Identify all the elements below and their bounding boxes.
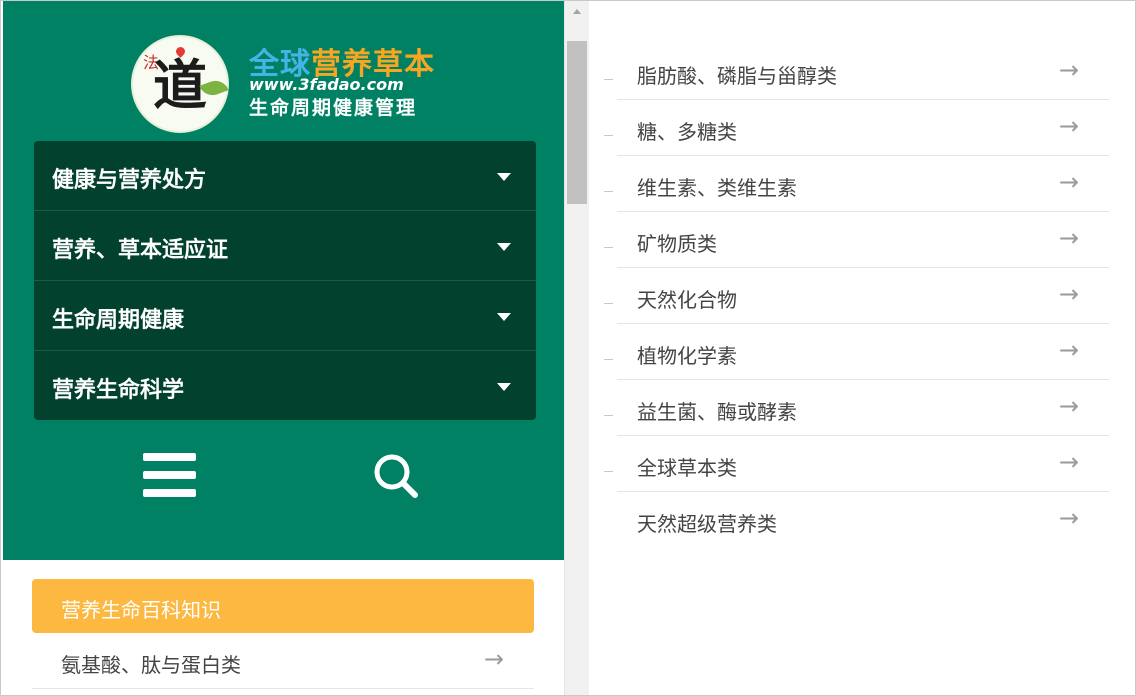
list-item-label: 天然超级营养类: [637, 512, 777, 536]
hamburger-icon[interactable]: [143, 453, 196, 498]
arrow-right-icon: →: [1058, 448, 1079, 476]
chevron-down-icon: [497, 313, 511, 321]
list-bullet: [604, 191, 613, 192]
nav-item-health-prescription[interactable]: 健康与营养处方: [34, 141, 536, 211]
list-item[interactable]: 植物化学素 →: [604, 324, 1109, 380]
list-bullet: [604, 471, 613, 472]
list-bullet: [604, 359, 613, 360]
list-item-label: 天然化合物: [637, 288, 737, 312]
list-item-label: 氨基酸、肽与蛋白类: [61, 653, 241, 677]
category-header[interactable]: 营养生命百科知识: [32, 579, 534, 633]
list-item-label: 糖、多糖类: [637, 120, 737, 144]
scrollbar[interactable]: [564, 1, 589, 695]
category-header-label: 营养生命百科知识: [61, 598, 221, 622]
list-bullet: [604, 247, 613, 248]
chevron-down-icon: [497, 383, 511, 391]
list-item[interactable]: 维生素、类维生素 →: [604, 156, 1109, 212]
category-list: 脂肪酸、磷脂与甾醇类 → 糖、多糖类 → 维生素、类维生素 → 矿物质类 → 天…: [604, 44, 1109, 547]
arrow-right-icon: →: [483, 645, 504, 673]
list-item[interactable]: 氨基酸、肽与蛋白类 →: [32, 633, 534, 689]
nav-item-label: 生命周期健康: [52, 308, 185, 333]
list-item-label: 益生菌、酶或酵素: [637, 400, 797, 424]
list-bullet: [604, 135, 613, 136]
arrow-right-icon: →: [1058, 336, 1079, 364]
left-header-panel: 法 道 全球营养草本 www.3fadao.com 生命周期健康管理 健康与营养…: [3, 1, 564, 560]
search-icon[interactable]: [371, 451, 421, 501]
list-item-label: 植物化学素: [637, 344, 737, 368]
list-item[interactable]: 糖、多糖类 →: [604, 100, 1109, 156]
arrow-right-icon: →: [1058, 280, 1079, 308]
arrow-right-icon: →: [1058, 504, 1079, 532]
list-item-label: 全球草本类: [637, 456, 737, 480]
list-item[interactable]: 矿物质类 →: [604, 212, 1109, 268]
logo-emblem: 法 道: [131, 35, 229, 133]
nav-item-label: 营养、草本适应证: [52, 238, 229, 263]
list-item[interactable]: 天然超级营养类 →: [617, 492, 1109, 547]
logo-url: www.3fadao.com: [249, 75, 404, 94]
nav-item-indications[interactable]: 营养、草本适应证: [34, 211, 536, 281]
arrow-right-icon: →: [1058, 392, 1079, 420]
chevron-down-icon: [497, 173, 511, 181]
list-item-label: 维生素、类维生素: [637, 176, 797, 200]
logo-slogan: 生命周期健康管理: [249, 97, 418, 119]
nav-item-label: 健康与营养处方: [52, 168, 207, 193]
list-bullet: [604, 79, 613, 80]
list-bullet: [604, 303, 613, 304]
arrow-right-icon: →: [1058, 56, 1079, 84]
list-bullet: [604, 415, 613, 416]
nav-item-label: 营养生命科学: [52, 378, 185, 403]
main-nav-menu: 健康与营养处方 营养、草本适应证 生命周期健康 营养生命科学: [34, 141, 536, 420]
arrow-right-icon: →: [1058, 168, 1079, 196]
list-item[interactable]: 全球草本类 →: [604, 436, 1109, 492]
arrow-right-icon: →: [1058, 112, 1079, 140]
site-logo[interactable]: 法 道 全球营养草本 www.3fadao.com 生命周期健康管理: [131, 35, 441, 133]
chevron-down-icon: [497, 243, 511, 251]
list-item[interactable]: 天然化合物 →: [604, 268, 1109, 324]
list-item[interactable]: 脂肪酸、磷脂与甾醇类 →: [604, 44, 1109, 100]
list-item-label: 矿物质类: [637, 232, 717, 256]
scrollbar-thumb[interactable]: [567, 41, 587, 204]
nav-item-life-science[interactable]: 营养生命科学: [34, 351, 536, 420]
nav-item-life-cycle[interactable]: 生命周期健康: [34, 281, 536, 351]
list-item-label: 脂肪酸、磷脂与甾醇类: [637, 64, 837, 88]
scroll-up-arrow-icon[interactable]: [573, 9, 581, 14]
arrow-right-icon: →: [1058, 224, 1079, 252]
list-item[interactable]: 益生菌、酶或酵素 →: [604, 380, 1109, 436]
app-frame: 法 道 全球营养草本 www.3fadao.com 生命周期健康管理 健康与营养…: [0, 0, 1136, 696]
